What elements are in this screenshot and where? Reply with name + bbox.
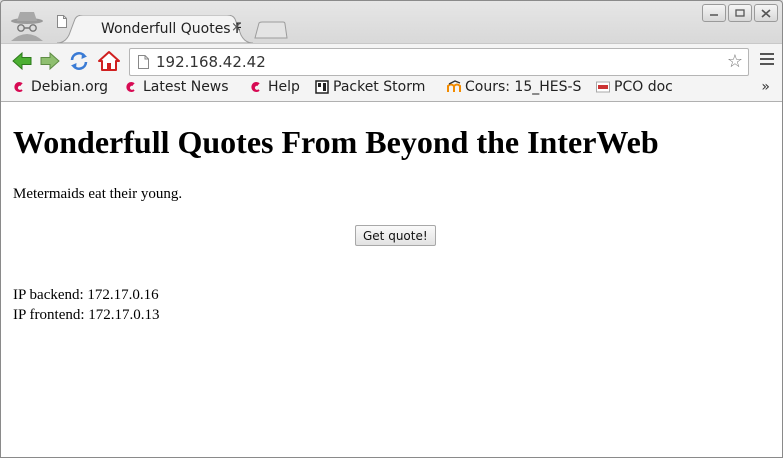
debian-icon xyxy=(14,82,23,92)
debian-icon xyxy=(251,82,260,92)
address-bar[interactable]: 192.168.42.42 ☆ xyxy=(129,48,749,76)
get-quote-button[interactable]: Get quote! xyxy=(355,225,436,246)
bookmark-help[interactable]: Help xyxy=(250,79,300,95)
incognito-icon xyxy=(11,12,43,41)
minimize-button[interactable] xyxy=(702,4,726,22)
bookmark-label: Help xyxy=(268,79,300,95)
close-window-button[interactable] xyxy=(754,4,778,22)
home-icon[interactable] xyxy=(98,50,120,72)
bookmark-label: Debian.org xyxy=(31,79,109,95)
ip-frontend-text: IP frontend: 172.17.0.13 xyxy=(13,307,160,323)
browser-window: Wonderfull Quotes From Beyond the InterW… xyxy=(0,0,783,458)
pco-doc-icon xyxy=(596,81,610,93)
page-icon xyxy=(138,55,149,69)
bookmarks-bar: Debian.org Latest News Help Packet Storm… xyxy=(1,77,782,102)
tab-title: Wonderfull Quotes From Beyond the InterW… xyxy=(101,21,241,37)
packet-storm-icon xyxy=(315,80,329,94)
quote-text: Metermaids eat their young. xyxy=(13,186,183,202)
debian-icon xyxy=(126,82,135,92)
minimize-icon xyxy=(710,14,718,16)
address-text: 192.168.42.42 xyxy=(156,53,266,71)
maximize-icon xyxy=(735,9,745,17)
bookmark-latest-news[interactable]: Latest News xyxy=(125,79,229,95)
bookmark-debian-org[interactable]: Debian.org xyxy=(13,79,108,95)
tab-close-icon[interactable]: × xyxy=(231,20,242,35)
new-tab-button[interactable] xyxy=(253,21,289,39)
menu-icon[interactable] xyxy=(760,53,774,68)
page-content: Wonderfull Quotes From Beyond the InterW… xyxy=(1,102,782,457)
close-icon xyxy=(761,8,771,18)
bookmark-star-icon[interactable]: ☆ xyxy=(727,51,743,72)
page-icon xyxy=(57,15,67,28)
bookmark-cours[interactable]: Cours: 15_HES-S xyxy=(447,79,583,95)
bookmark-label: PCO doc xyxy=(614,79,673,95)
bookmark-packet-storm[interactable]: Packet Storm xyxy=(315,79,425,95)
window-controls xyxy=(702,4,778,22)
reload-icon[interactable] xyxy=(68,50,90,72)
maximize-button[interactable] xyxy=(728,4,752,22)
moodle-icon xyxy=(447,80,461,92)
toolbar: 192.168.42.42 ☆ xyxy=(1,43,782,78)
bookmark-label: Packet Storm xyxy=(333,79,426,95)
ip-backend-text: IP backend: 172.17.0.16 xyxy=(13,287,159,303)
bookmark-label: Latest News xyxy=(143,79,229,95)
back-arrow-icon[interactable] xyxy=(11,50,33,72)
forward-arrow-icon[interactable] xyxy=(39,50,61,72)
bookmarks-overflow-icon[interactable]: » xyxy=(761,79,770,95)
page-title: Wonderfull Quotes From Beyond the InterW… xyxy=(13,124,659,160)
bookmark-label: Cours: 15_HES-S xyxy=(465,79,582,95)
tab-active[interactable]: Wonderfull Quotes From Beyond the InterW… xyxy=(57,15,253,43)
bookmark-pco-doc[interactable]: PCO doc xyxy=(596,79,673,95)
